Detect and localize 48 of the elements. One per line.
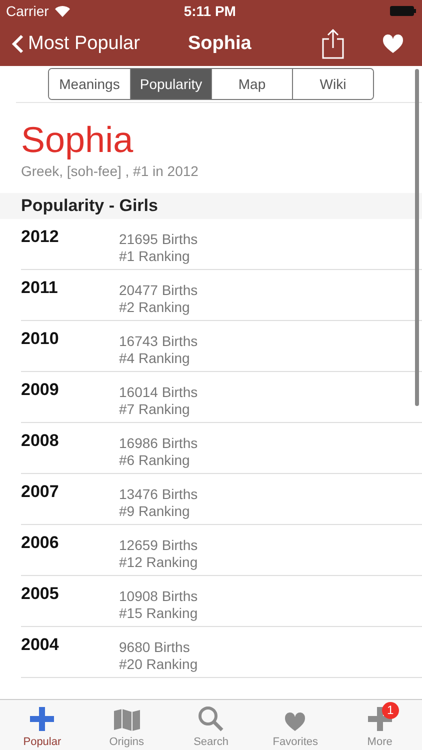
- year-label: 2005: [21, 584, 60, 605]
- ranking-text: #2 Ranking: [119, 299, 191, 316]
- births-text: 16014 Births: [119, 384, 198, 401]
- births-text: 9680 Births: [119, 639, 191, 656]
- name-title: Sophia: [21, 119, 134, 161]
- notification-badge: 1: [382, 702, 399, 719]
- year-label: 2006: [21, 533, 60, 554]
- births-text: 20477 Births: [119, 282, 198, 299]
- chevron-left-icon: [12, 34, 24, 54]
- births-text: 13476 Births: [119, 486, 198, 503]
- year-label: 2004: [21, 635, 60, 656]
- plus-icon: [29, 706, 56, 732]
- heart-icon: [284, 712, 306, 732]
- section-header: Popularity - Girls: [0, 193, 422, 219]
- carrier-label: Carrier: [6, 3, 49, 19]
- status-time: 5:11 PM: [184, 3, 236, 19]
- births-text: 12659 Births: [119, 537, 198, 554]
- year-label: 2009: [21, 380, 60, 401]
- ranking-text: #4 Ranking: [119, 350, 191, 367]
- heart-icon[interactable]: [382, 34, 404, 54]
- year-label: 2007: [21, 482, 60, 503]
- tab-bar-item[interactable]: More 1: [338, 700, 422, 750]
- ranking-text: #12 Ranking: [119, 554, 198, 571]
- year-label: 2011: [21, 278, 59, 299]
- births-text: 16743 Births: [119, 333, 198, 350]
- battery-icon: [390, 6, 416, 16]
- tab-bar-item[interactable]: Popular: [0, 700, 84, 750]
- segment-tab[interactable]: Wiki: [292, 69, 373, 99]
- segment-tab[interactable]: Popularity: [130, 69, 211, 99]
- ranking-text: #9 Ranking: [119, 503, 191, 520]
- ranking-text: #1 Ranking: [119, 248, 191, 265]
- nav-title: Sophia: [188, 33, 252, 55]
- name-subtitle: Greek, [soh-fee] , #1 in 2012: [21, 163, 200, 179]
- wifi-icon: [54, 6, 70, 16]
- year-label: 2008: [21, 431, 60, 452]
- ranking-text: #20 Ranking: [119, 656, 198, 673]
- plus-icon: [366, 706, 393, 732]
- share-icon[interactable]: [322, 29, 344, 59]
- births-text: 21695 Births: [119, 231, 198, 248]
- year-label: 2010: [21, 329, 60, 350]
- births-text: 10908 Births: [119, 588, 198, 605]
- ranking-text: #15 Ranking: [119, 605, 198, 622]
- births-text: 16986 Births: [119, 435, 198, 452]
- search-icon: [198, 706, 224, 732]
- year-label: 2012: [21, 227, 60, 248]
- map-icon: [112, 708, 141, 732]
- ranking-text: #6 Ranking: [119, 452, 191, 469]
- ranking-text: #7 Ranking: [119, 401, 191, 418]
